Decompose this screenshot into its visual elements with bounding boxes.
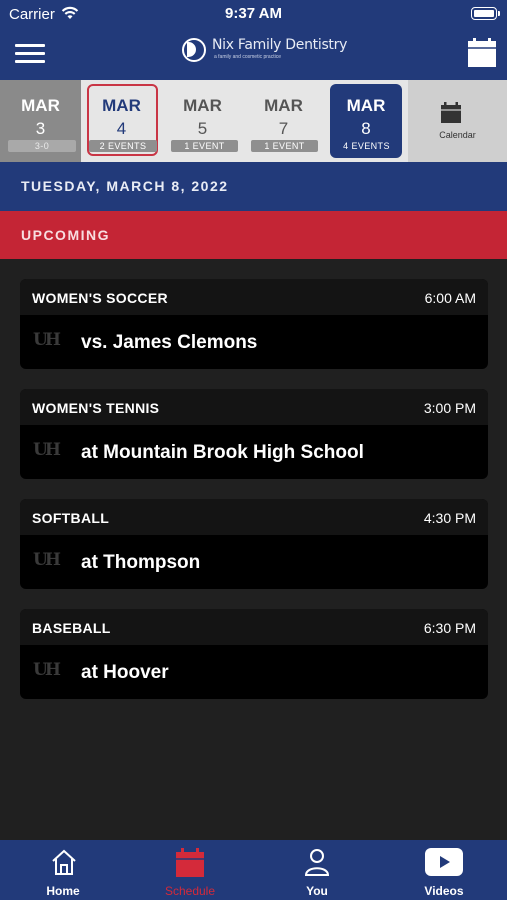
event-sport: WOMEN'S TENNIS (32, 400, 160, 416)
calendar-icon[interactable] (467, 38, 497, 68)
tab-label: Videos (424, 884, 464, 898)
event-card[interactable]: WOMEN'S SOCCER 6:00 AM UH vs. James Clem… (20, 279, 488, 369)
event-time: 4:30 PM (423, 510, 476, 526)
event-card[interactable]: BASEBALL 6:30 PM UH at Hoover (20, 609, 488, 699)
date-badge: 3-0 (8, 140, 76, 152)
date-day: 7 (278, 119, 289, 138)
sponsor-logo: Nix Family Dentistry a family and cosmet… (180, 36, 347, 66)
tab-label: Home (46, 884, 80, 898)
date-day: 4 (116, 119, 127, 138)
event-opponent: at Mountain Brook High School (81, 442, 364, 463)
selected-date-header: TUESDAY, MARCH 8, 2022 (0, 162, 507, 211)
event-sport: BASEBALL (32, 620, 111, 636)
event-opponent: at Hoover (81, 662, 169, 683)
tab-schedule[interactable]: Schedule (127, 840, 253, 900)
date-month: MAR (102, 96, 141, 115)
home-icon (52, 849, 76, 875)
event-header: WOMEN'S SOCCER 6:00 AM (20, 279, 488, 315)
tab-label: Schedule (164, 884, 216, 898)
date-day: 5 (197, 119, 208, 138)
tab-label: You (306, 884, 328, 898)
calendar-label: Calendar (439, 130, 476, 140)
event-opponent: at Thompson (81, 552, 201, 573)
event-card[interactable]: SOFTBALL 4:30 PM UH at Thompson (20, 499, 488, 589)
team-logo-icon: UH (33, 440, 61, 460)
date-month: MAR (183, 96, 222, 115)
team-logo-icon: UH (33, 330, 61, 350)
play-icon (425, 848, 463, 876)
date-badge: 1 EVENT (251, 140, 318, 152)
clock: 9:37 AM (225, 5, 282, 22)
selected-date: TUESDAY, MARCH 8, 2022 (21, 178, 229, 194)
team-logo-icon: UH (33, 660, 61, 680)
calendar-button[interactable]: Calendar (408, 80, 507, 162)
status-bar: Carrier 9:37 AM (0, 0, 507, 28)
date-day: 8 (361, 119, 371, 138)
event-time: 3:00 PM (423, 400, 476, 416)
event-time: 6:30 PM (423, 620, 476, 636)
event-opponent: vs. James Clemons (81, 332, 258, 353)
section-label: UPCOMING (21, 227, 110, 243)
logo-mark (182, 38, 206, 62)
section-header-upcoming: UPCOMING (0, 211, 507, 259)
date-badge: 4 EVENTS (343, 141, 390, 151)
logo-name: Nix Family Dentistry (212, 37, 348, 53)
tab-you[interactable]: You (254, 840, 380, 900)
event-time: 6:00 AM (424, 290, 476, 306)
tab-home[interactable]: Home (0, 840, 126, 900)
event-header: SOFTBALL 4:30 PM (20, 499, 488, 535)
date-item-mar-8[interactable]: MAR 8 4 EVENTS (324, 80, 408, 162)
date-strip: MAR 3 3-0 MAR 4 2 EVENTS MAR 5 1 EVENT M… (0, 80, 507, 162)
date-month: MAR (346, 96, 386, 115)
tab-videos[interactable]: Videos (381, 840, 507, 900)
date-item-mar-7[interactable]: MAR 7 1 EVENT (243, 80, 324, 162)
date-item-mar-4[interactable]: MAR 4 2 EVENTS (81, 80, 162, 162)
date-item-mar-3[interactable]: MAR 3 3-0 (0, 80, 81, 162)
event-sport: SOFTBALL (32, 510, 110, 526)
event-card[interactable]: WOMEN'S TENNIS 3:00 PM UH at Mountain Br… (20, 389, 488, 479)
date-badge: 2 EVENTS (89, 140, 157, 152)
date-month: MAR (264, 96, 303, 115)
app-header: Nix Family Dentistry a family and cosmet… (0, 28, 507, 80)
calendar-icon (176, 848, 204, 877)
person-icon (304, 849, 330, 876)
calendar-icon (441, 102, 461, 123)
event-header: WOMEN'S TENNIS 3:00 PM (20, 389, 488, 425)
date-day: 3 (35, 119, 46, 138)
event-header: BASEBALL 6:30 PM (20, 609, 488, 645)
date-item-mar-5[interactable]: MAR 5 1 EVENT (162, 80, 243, 162)
battery-icon (471, 7, 500, 20)
logo-tagline: a family and cosmetic practice (214, 54, 281, 60)
date-badge: 1 EVENT (171, 140, 238, 152)
team-logo-icon: UH (33, 550, 61, 570)
event-sport: WOMEN'S SOCCER (32, 290, 168, 306)
tab-bar: Home Schedule You Videos (0, 840, 507, 900)
hamburger-menu-icon[interactable] (15, 42, 47, 64)
date-month: MAR (21, 96, 60, 115)
